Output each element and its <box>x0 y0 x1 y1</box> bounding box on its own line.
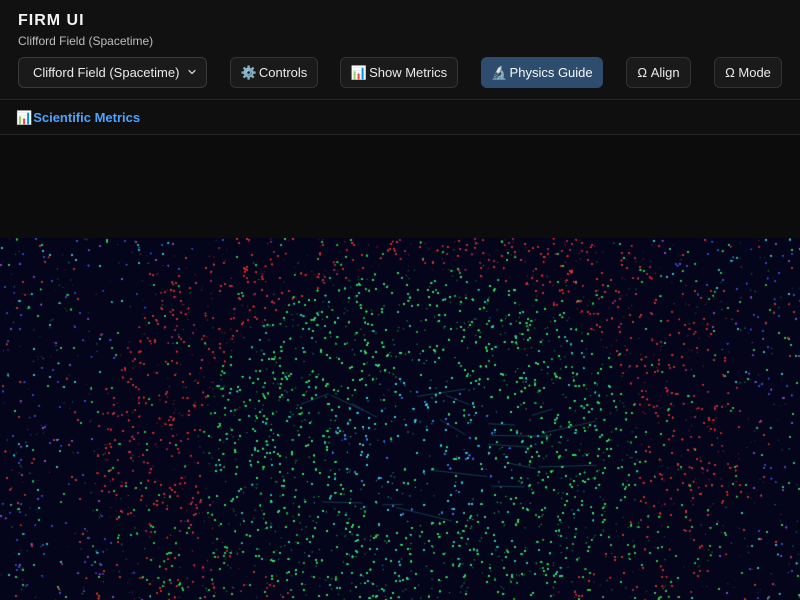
omega-mode-button[interactable]: Ω Mode <box>714 57 782 88</box>
omega-align-button-label: Ω Align <box>637 65 680 80</box>
toolbar: Clifford Field (Spacetime) ⚙️ Controls 📊… <box>0 57 800 88</box>
controls-button[interactable]: ⚙️ Controls <box>230 57 318 88</box>
header: FIRM UI Clifford Field (Spacetime) Cliff… <box>0 0 800 100</box>
scientific-metrics-toggle[interactable]: 📊 Scientific Metrics <box>0 101 800 135</box>
field-select[interactable]: Clifford Field (Spacetime) <box>18 57 207 88</box>
field-canvas[interactable] <box>0 238 800 600</box>
bar-chart-icon: 📊 <box>16 109 33 125</box>
omega-mode-button-label: Ω Mode <box>725 65 771 80</box>
controls-button-label: Controls <box>258 65 308 80</box>
app-root: FIRM UI Clifford Field (Spacetime) Cliff… <box>0 0 800 600</box>
show-metrics-button[interactable]: 📊 Show Metrics <box>340 57 458 88</box>
microscope-icon: 🔬 <box>491 65 508 80</box>
bar-chart-icon: 📊 <box>350 65 368 80</box>
field-select-value: Clifford Field (Spacetime) <box>33 65 180 80</box>
omega-align-button[interactable]: Ω Align <box>626 57 691 88</box>
app-subtitle: Clifford Field (Spacetime) <box>18 34 154 48</box>
chevron-down-icon <box>188 69 196 75</box>
app-title: FIRM UI <box>18 12 85 29</box>
gear-icon: ⚙️ <box>240 65 257 80</box>
physics-guide-button-label: Physics Guide <box>509 65 593 80</box>
scientific-metrics-label: Scientific Metrics <box>33 110 141 125</box>
show-metrics-button-label: Show Metrics <box>369 65 448 80</box>
field-visualization[interactable] <box>0 238 800 600</box>
physics-guide-button[interactable]: 🔬 Physics Guide <box>481 57 603 88</box>
